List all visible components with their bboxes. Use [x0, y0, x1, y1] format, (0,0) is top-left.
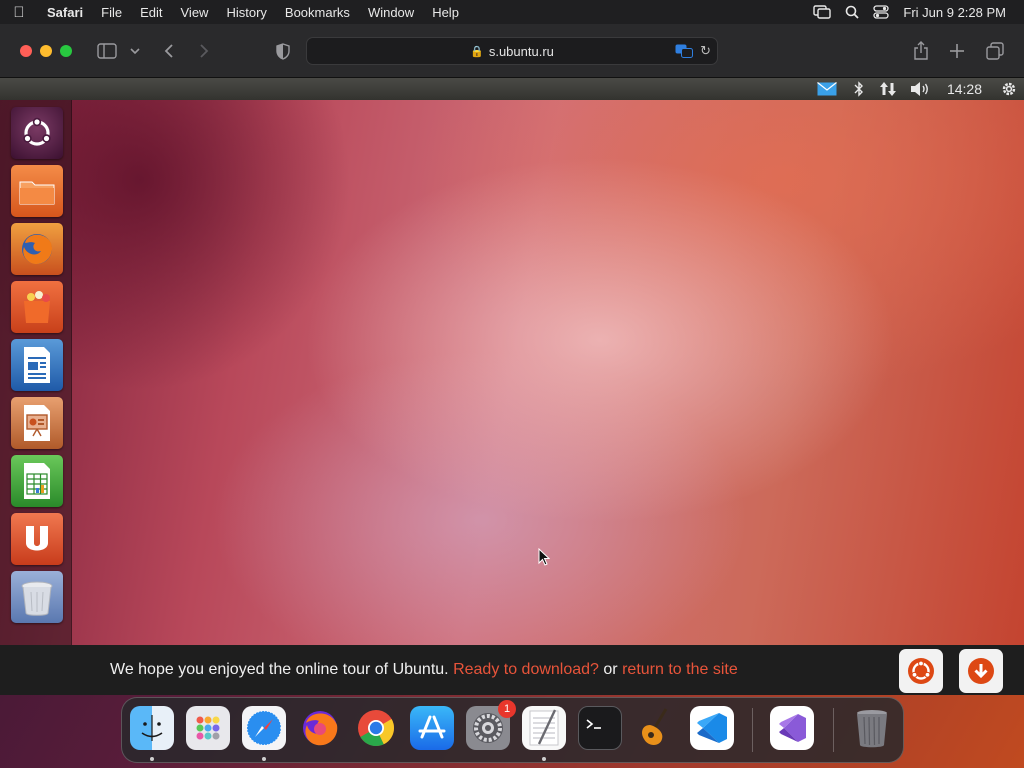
dock-textedit-icon[interactable] [522, 706, 566, 750]
url-text: s.ubuntu.ru [488, 43, 554, 59]
new-tab-plus-icon[interactable] [948, 24, 966, 78]
tour-message: We hope you enjoyed the online tour of U… [110, 661, 738, 679]
mouse-pointer-icon [538, 547, 551, 571]
safari-toolbar: 🔒 s.ubuntu.ru ↻ [0, 24, 1024, 78]
launcher-trash-icon[interactable] [11, 571, 63, 623]
spotlight-search-icon[interactable] [845, 5, 860, 19]
menu-bookmarks[interactable]: Bookmarks [276, 5, 359, 20]
menu-app-name[interactable]: Safari [38, 5, 92, 20]
menu-edit[interactable]: Edit [131, 5, 171, 20]
dock-vscode-icon[interactable] [690, 706, 734, 750]
ubuntu-clock[interactable]: 14:28 [937, 78, 994, 100]
launcher-libreoffice-impress-icon[interactable] [11, 397, 63, 449]
launcher-libreoffice-writer-icon[interactable] [11, 339, 63, 391]
sidebar-toggle-icon[interactable] [96, 24, 118, 78]
dock-system-settings-icon[interactable]: 1 [466, 700, 516, 750]
launcher-libreoffice-calc-icon[interactable] [11, 455, 63, 507]
launcher-files-folder-icon[interactable] [11, 165, 63, 217]
ready-to-download-link[interactable]: Ready to download? [453, 661, 599, 678]
macos-dock: 1 [121, 697, 904, 763]
network-arrows-icon[interactable] [873, 78, 903, 100]
dock-firefox-icon[interactable] [298, 706, 342, 750]
lock-icon: 🔒 [470, 45, 484, 58]
menu-help[interactable]: Help [423, 5, 468, 20]
control-center-icon[interactable] [873, 5, 890, 19]
launcher-firefox-icon[interactable] [11, 223, 63, 275]
system-settings-badge: 1 [498, 700, 516, 718]
unity-launcher [0, 100, 72, 645]
tour-completion-bar: We hope you enjoyed the online tour of U… [0, 645, 1024, 695]
dock-separator [833, 708, 834, 752]
address-bar[interactable]: 🔒 s.ubuntu.ru ↻ [306, 37, 718, 65]
translate-icon[interactable] [675, 44, 693, 61]
dock-visual-studio-icon[interactable] [770, 706, 814, 750]
messaging-envelope-icon[interactable] [815, 78, 839, 100]
apple-menu-icon[interactable]:  [0, 4, 38, 21]
minimize-window-button[interactable] [40, 44, 52, 57]
ubuntu-top-panel: 14:28 [0, 78, 1024, 100]
ubuntu-logo-icon [908, 658, 934, 684]
menu-window[interactable]: Window [359, 5, 423, 20]
dock-terminal-icon[interactable] [578, 706, 622, 750]
launcher-software-center-icon[interactable] [11, 281, 63, 333]
tour-message-text: We hope you enjoyed the online tour of U… [110, 661, 449, 678]
launcher-ubuntu-one-icon[interactable] [11, 513, 63, 565]
menu-file[interactable]: File [92, 5, 131, 20]
ubuntu-desktop-wallpaper[interactable] [0, 100, 1024, 645]
download-button[interactable] [959, 649, 1003, 693]
dock-launchpad-icon[interactable] [186, 706, 230, 750]
download-arrow-icon [968, 658, 994, 684]
bluetooth-icon[interactable] [845, 78, 873, 100]
dock-trash-icon[interactable] [850, 706, 894, 750]
privacy-shield-icon[interactable] [274, 24, 292, 78]
dock-chrome-icon[interactable] [354, 706, 398, 750]
tab-group-chevron-icon[interactable] [128, 24, 142, 78]
session-gear-icon[interactable] [994, 78, 1024, 100]
menu-history[interactable]: History [217, 5, 275, 20]
textedit-running-indicator [542, 757, 546, 761]
screen-mirroring-icon[interactable] [813, 5, 832, 19]
volume-speaker-icon[interactable] [903, 78, 937, 100]
ubuntu-logo-button[interactable] [899, 649, 943, 693]
dock-garageband-icon[interactable] [634, 706, 678, 750]
dock-app-store-icon[interactable] [410, 706, 454, 750]
reload-icon[interactable]: ↻ [700, 43, 711, 59]
macos-menubar:  Safari File Edit View History Bookmark… [0, 0, 1024, 24]
menubar-datetime[interactable]: Fri Jun 9 2:28 PM [903, 5, 1006, 20]
dock-finder-icon[interactable] [130, 706, 174, 750]
return-to-site-link[interactable]: return to the site [622, 661, 738, 678]
dock-safari-icon[interactable] [242, 706, 286, 750]
launcher-dash-home-icon[interactable] [11, 107, 63, 159]
close-window-button[interactable] [20, 44, 32, 57]
forward-arrow-icon[interactable] [195, 24, 213, 78]
finder-running-indicator [150, 757, 154, 761]
safari-running-indicator [262, 757, 266, 761]
back-arrow-icon[interactable] [160, 24, 178, 78]
tour-or-text: or [603, 661, 618, 678]
tab-overview-icon[interactable] [985, 24, 1005, 78]
share-icon[interactable] [912, 24, 930, 78]
window-controls [20, 44, 72, 57]
menu-view[interactable]: View [172, 5, 218, 20]
fullscreen-window-button[interactable] [60, 44, 72, 57]
dock-separator [752, 708, 753, 752]
